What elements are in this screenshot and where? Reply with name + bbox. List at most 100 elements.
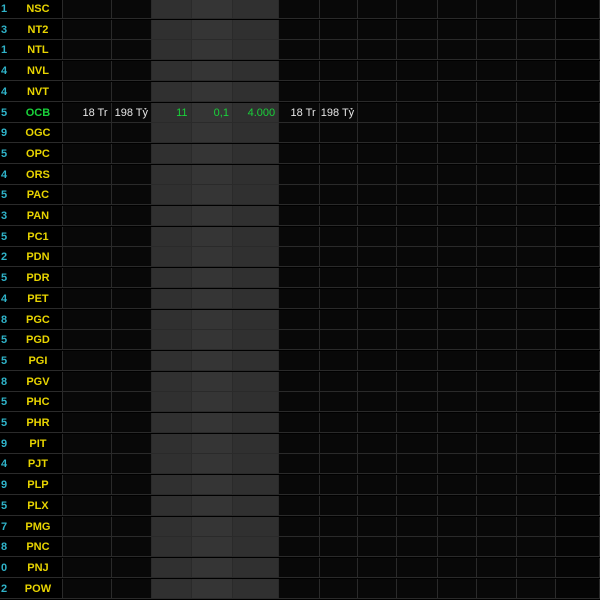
stock-symbol[interactable]: NTL	[13, 40, 64, 61]
row-index: 9	[0, 475, 14, 496]
total-volume	[63, 475, 112, 496]
price-cell-a	[152, 206, 192, 226]
price-cell-b: 0,1	[191, 102, 233, 123]
price-cell-c	[232, 164, 280, 185]
stock-symbol[interactable]: PC1	[13, 226, 64, 247]
table-row[interactable]: 9 PLP	[0, 475, 600, 496]
total-volume	[63, 123, 112, 144]
data-cell	[517, 578, 556, 599]
table-row[interactable]: 5 PGI	[0, 350, 600, 371]
price-cell-b	[191, 475, 233, 496]
stock-symbol[interactable]: PGC	[13, 309, 64, 330]
table-row[interactable]: 2 PDN	[0, 247, 600, 268]
table-row[interactable]: 1 NTL	[0, 40, 600, 61]
stock-symbol[interactable]: PET	[13, 288, 64, 309]
stock-symbol[interactable]: PGV	[13, 371, 64, 392]
stock-symbol[interactable]: PLX	[13, 495, 64, 516]
table-row[interactable]: 2 POW	[0, 578, 600, 599]
stock-symbol[interactable]: OPC	[13, 143, 64, 164]
table-row[interactable]: 7 PMG	[0, 516, 600, 537]
data-cell	[476, 578, 518, 599]
total-volume	[63, 516, 112, 537]
price-cell-a	[152, 392, 192, 413]
data-cell	[358, 392, 397, 413]
table-row[interactable]: 4 PET	[0, 288, 600, 309]
total-volume	[63, 578, 112, 599]
data-cell	[555, 557, 600, 578]
table-row[interactable]: 3 PAN	[0, 206, 600, 226]
data-cell	[358, 206, 397, 226]
table-row[interactable]: 5 PHR	[0, 413, 600, 433]
data-cell	[358, 433, 397, 454]
row-index: 0	[0, 557, 14, 578]
table-row[interactable]: 4 PJT	[0, 454, 600, 475]
stock-symbol[interactable]: PIT	[13, 433, 64, 454]
data-cell	[396, 413, 439, 433]
data-cell	[476, 247, 518, 268]
table-row[interactable]: 8 PGC	[0, 309, 600, 330]
stock-symbol[interactable]: PMG	[13, 516, 64, 537]
volume-cell	[279, 143, 320, 164]
data-cell	[476, 143, 518, 164]
stock-symbol[interactable]: NSC	[13, 0, 64, 19]
stock-symbol[interactable]: NVT	[13, 81, 64, 102]
data-cell	[517, 123, 556, 144]
row-index: 9	[0, 433, 14, 454]
table-row[interactable]: 5 OPC	[0, 143, 600, 164]
table-row[interactable]: 0 PNJ	[0, 557, 600, 578]
stock-symbol[interactable]: OCB	[13, 102, 64, 123]
value-cell	[319, 288, 359, 309]
stock-symbol[interactable]: ORS	[13, 164, 64, 185]
data-cell	[438, 557, 477, 578]
stock-symbol[interactable]: NT2	[13, 19, 64, 40]
table-row[interactable]: 5 PDR	[0, 268, 600, 289]
stock-symbol[interactable]: PAN	[13, 206, 64, 226]
value-cell	[319, 433, 359, 454]
price-cell-b	[191, 288, 233, 309]
stock-symbol[interactable]: PGD	[13, 330, 64, 351]
stock-symbol[interactable]: PJT	[13, 454, 64, 475]
total-value	[111, 185, 153, 206]
data-cell	[438, 350, 477, 371]
total-volume	[63, 61, 112, 82]
stock-symbol[interactable]: PHR	[13, 413, 64, 433]
stock-symbol[interactable]: PNC	[13, 537, 64, 558]
table-row[interactable]: 8 PNC	[0, 537, 600, 558]
data-cell	[438, 475, 477, 496]
data-cell	[438, 433, 477, 454]
table-row[interactable]: 5 PAC	[0, 185, 600, 206]
table-row[interactable]: 5 PGD	[0, 330, 600, 351]
data-cell	[476, 330, 518, 351]
table-row[interactable]: 9 OGC	[0, 123, 600, 144]
table-row[interactable]: 5 PLX	[0, 495, 600, 516]
stock-symbol[interactable]: PLP	[13, 475, 64, 496]
stock-symbol[interactable]: PDR	[13, 268, 64, 289]
table-row[interactable]: 5 PC1	[0, 226, 600, 247]
value-cell	[319, 309, 359, 330]
stock-symbol[interactable]: PNJ	[13, 557, 64, 578]
total-value	[111, 61, 153, 82]
table-row[interactable]: 5 OCB 18 Tr 198 Tỷ 11 0,1 4.000 18 Tr 198 Tỷ	[0, 102, 600, 123]
table-row[interactable]: 4 NVL	[0, 61, 600, 82]
data-cell	[396, 371, 439, 392]
table-row[interactable]: 5 PHC	[0, 392, 600, 413]
stock-symbol[interactable]: PDN	[13, 247, 64, 268]
price-cell-c	[232, 371, 280, 392]
table-row[interactable]: 1 NSC	[0, 0, 600, 19]
volume-cell	[279, 81, 320, 102]
table-row[interactable]: 4 NVT	[0, 81, 600, 102]
data-cell	[517, 226, 556, 247]
stock-symbol[interactable]: PAC	[13, 185, 64, 206]
price-cell-b	[191, 309, 233, 330]
table-row[interactable]: 9 PIT	[0, 433, 600, 454]
stock-symbol[interactable]: PHC	[13, 392, 64, 413]
volume-cell	[279, 371, 320, 392]
table-row[interactable]: 3 NT2	[0, 19, 600, 40]
stock-symbol[interactable]: NVL	[13, 61, 64, 82]
table-row[interactable]: 4 ORS	[0, 164, 600, 185]
stock-symbol[interactable]: POW	[13, 578, 64, 599]
table-row[interactable]: 8 PGV	[0, 371, 600, 392]
data-cell	[396, 433, 439, 454]
stock-symbol[interactable]: OGC	[13, 123, 64, 144]
stock-symbol[interactable]: PGI	[13, 350, 64, 371]
